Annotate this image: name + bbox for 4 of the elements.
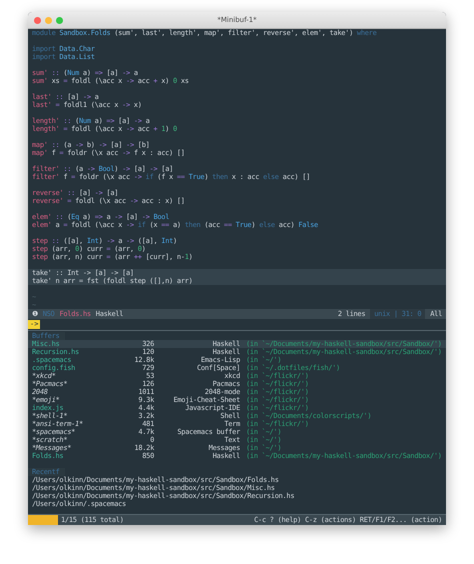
close-button[interactable] xyxy=(34,16,41,24)
zoom-button[interactable] xyxy=(56,16,63,24)
status-badge xyxy=(28,515,58,525)
minimize-button[interactable] xyxy=(45,16,52,24)
